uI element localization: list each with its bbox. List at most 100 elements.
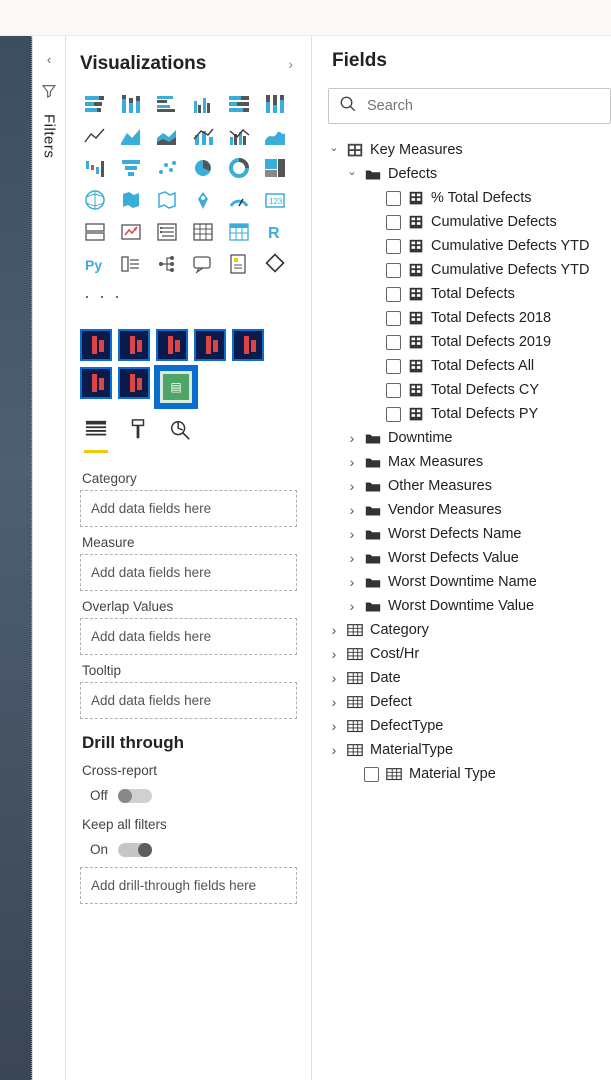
viz-tile-stacked-bar[interactable] — [80, 90, 110, 118]
checkbox[interactable] — [386, 287, 401, 302]
fields-search-input[interactable] — [367, 98, 600, 114]
checkbox[interactable] — [386, 335, 401, 350]
field-well-tooltip[interactable]: Add data fields here — [80, 682, 297, 719]
tree-table[interactable]: MaterialType — [324, 738, 611, 762]
tree-folder[interactable]: Worst Downtime Value — [324, 594, 611, 618]
fields-tab[interactable] — [84, 419, 108, 453]
checkbox[interactable] — [386, 359, 401, 374]
viz-tile-slicer[interactable] — [152, 218, 182, 246]
app-top-bar — [0, 0, 611, 36]
checkbox[interactable] — [386, 383, 401, 398]
viz-tile-map[interactable] — [80, 186, 110, 214]
viz-tile-line-stacked-column[interactable] — [188, 122, 218, 150]
tree-folder[interactable]: Worst Defects Value — [324, 546, 611, 570]
viz-tile-key-influencers[interactable] — [116, 250, 146, 278]
field-well-category[interactable]: Add data fields here — [80, 490, 297, 527]
field-well-overlap[interactable]: Add data fields here — [80, 618, 297, 655]
viz-tile-paginated[interactable] — [224, 250, 254, 278]
viz-tile-python-visual[interactable]: Py — [80, 250, 110, 278]
tree-table[interactable]: Cost/Hr — [324, 642, 611, 666]
custom-visual-cv1[interactable] — [80, 329, 112, 361]
viz-tile-donut[interactable] — [224, 154, 254, 182]
viz-tile-ribbon[interactable] — [260, 122, 290, 150]
viz-more-button[interactable]: · · · — [80, 282, 290, 315]
tree-measure-item[interactable]: Total Defects 2019 — [324, 330, 611, 354]
viz-tile-clustered-bar[interactable] — [152, 90, 182, 118]
custom-visual-cv4[interactable] — [194, 329, 226, 361]
viz-tile-card[interactable]: 123 — [260, 186, 290, 214]
tree-folder[interactable]: Vendor Measures — [324, 498, 611, 522]
checkbox[interactable] — [364, 767, 379, 782]
viz-tile-treemap[interactable] — [260, 154, 290, 182]
tree-folder[interactable]: Worst Defects Name — [324, 522, 611, 546]
tree-measure-item[interactable]: Cumulative Defects — [324, 210, 611, 234]
viz-tile-diamond-visual[interactable] — [260, 250, 290, 278]
tree-measure-item[interactable]: Cumulative Defects YTD — [324, 258, 611, 282]
tree-table[interactable]: Category — [324, 618, 611, 642]
expand-filters-chevron[interactable]: ‹ — [41, 46, 57, 73]
tree-table[interactable]: Defect — [324, 690, 611, 714]
custom-visual-cv6[interactable] — [80, 367, 112, 399]
tree-trailing-item[interactable]: Material Type — [324, 762, 611, 786]
checkbox[interactable] — [386, 311, 401, 326]
tree-folder-defects[interactable]: Defects — [324, 162, 611, 186]
tree-measure-item[interactable]: Total Defects CY — [324, 378, 611, 402]
viz-tile-area[interactable] — [116, 122, 146, 150]
viz-tile-stacked-area[interactable] — [152, 122, 182, 150]
field-well-measure[interactable]: Add data fields here — [80, 554, 297, 591]
drill-through-well[interactable]: Add drill-through fields here — [80, 867, 297, 904]
checkbox[interactable] — [386, 215, 401, 230]
custom-visual-cv7[interactable] — [118, 367, 150, 399]
viz-tile-qa[interactable] — [188, 250, 218, 278]
viz-tile-multi-row-card[interactable] — [80, 218, 110, 246]
viz-tile-kpi[interactable] — [116, 218, 146, 246]
viz-tile-line[interactable] — [80, 122, 110, 150]
viz-tile-pie[interactable] — [188, 154, 218, 182]
tree-measure-item[interactable]: Total Defects All — [324, 354, 611, 378]
viz-tile-100-stacked-bar[interactable] — [224, 90, 254, 118]
checkbox[interactable] — [386, 407, 401, 422]
viz-tile-gauge[interactable] — [224, 186, 254, 214]
collapse-viz-chevron[interactable]: › — [284, 52, 297, 76]
tree-measure-item[interactable]: Total Defects 2018 — [324, 306, 611, 330]
analytics-tab[interactable] — [168, 419, 192, 453]
calc-group-icon — [346, 142, 364, 158]
viz-tile-line-clustered-column[interactable] — [224, 122, 254, 150]
tree-key-measures[interactable]: Key Measures — [324, 138, 611, 162]
tree-folder[interactable]: Other Measures — [324, 474, 611, 498]
fields-search-box[interactable] — [328, 88, 611, 124]
viz-tile-matrix[interactable] — [224, 218, 254, 246]
viz-tile-stacked-column[interactable] — [116, 90, 146, 118]
keep-filters-toggle[interactable]: On — [80, 838, 297, 867]
checkbox[interactable] — [386, 239, 401, 254]
tree-table[interactable]: DefectType — [324, 714, 611, 738]
tree-measure-item[interactable]: % Total Defects — [324, 186, 611, 210]
measure-icon — [407, 214, 425, 230]
checkbox[interactable] — [386, 263, 401, 278]
cross-report-toggle[interactable]: Off — [80, 784, 297, 813]
custom-visual-kpi-selected[interactable]: ▤ — [156, 367, 196, 407]
viz-tile-scatter[interactable] — [152, 154, 182, 182]
viz-tile-shape-map[interactable] — [152, 186, 182, 214]
custom-visual-cv3[interactable] — [156, 329, 188, 361]
viz-tile-100-stacked-column[interactable] — [260, 90, 290, 118]
viz-tile-funnel[interactable] — [116, 154, 146, 182]
tree-measure-item[interactable]: Total Defects PY — [324, 402, 611, 426]
viz-tile-table[interactable] — [188, 218, 218, 246]
tree-folder[interactable]: Worst Downtime Name — [324, 570, 611, 594]
viz-tile-filled-map[interactable] — [116, 186, 146, 214]
checkbox[interactable] — [386, 191, 401, 206]
tree-folder[interactable]: Downtime — [324, 426, 611, 450]
tree-folder[interactable]: Max Measures — [324, 450, 611, 474]
viz-tile-waterfall[interactable] — [80, 154, 110, 182]
viz-tile-clustered-column[interactable] — [188, 90, 218, 118]
viz-tile-arcgis[interactable] — [188, 186, 218, 214]
tree-table[interactable]: Date — [324, 666, 611, 690]
tree-measure-item[interactable]: Total Defects — [324, 282, 611, 306]
custom-visual-cv5[interactable] — [232, 329, 264, 361]
viz-tile-decomposition-tree[interactable] — [152, 250, 182, 278]
custom-visual-cv2[interactable] — [118, 329, 150, 361]
viz-tile-r-visual[interactable]: R — [260, 218, 290, 246]
tree-measure-item[interactable]: Cumulative Defects YTD — [324, 234, 611, 258]
format-tab[interactable] — [126, 419, 150, 453]
